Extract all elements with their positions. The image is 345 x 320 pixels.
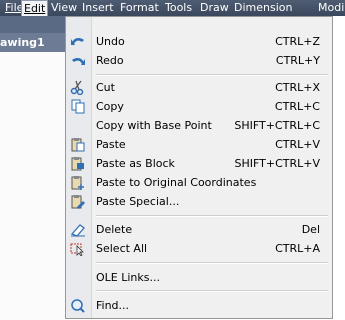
copy-icon (70, 99, 86, 114)
menu-item-copy-base-point[interactable]: Copy with Base Point SHIFT+CTRL+C (66, 116, 332, 135)
menu-item-undo[interactable]: Undo CTRL+Z (66, 32, 332, 51)
menu-item-paste-original-coordinates[interactable]: Paste to Original Coordinates (66, 173, 332, 192)
clipboard-icon (70, 137, 86, 152)
drawing-area (0, 52, 65, 320)
paste-original-icon (70, 175, 86, 190)
menu-item-ole-links[interactable]: OLE Links... (66, 268, 332, 287)
menu-item-paste[interactable]: Paste CTRL+V (66, 135, 332, 154)
edit-menu-dropdown: Undo CTRL+Z Redo CTRL+Y Cut CTRL+X Copy … (65, 16, 333, 319)
menu-bar: File Edit View Insert Format Tools Draw … (0, 0, 345, 16)
paste-special-icon (70, 194, 86, 209)
paste-block-icon (70, 156, 86, 171)
menu-dimension[interactable]: Dimension (232, 0, 294, 16)
separator (96, 290, 328, 292)
menu-item-paste-special[interactable]: Paste Special... (66, 192, 332, 211)
background-toolbar (0, 16, 65, 33)
menu-item-cut[interactable]: Cut CTRL+X (66, 78, 332, 97)
select-all-icon (70, 241, 86, 257)
find-icon (70, 298, 86, 313)
menu-format[interactable]: Format (118, 0, 161, 16)
scissors-icon (70, 80, 86, 96)
separator (96, 262, 328, 264)
menu-view[interactable]: View (49, 0, 79, 16)
menu-edit[interactable]: Edit (21, 0, 49, 16)
menu-insert[interactable]: Insert (80, 0, 116, 16)
menu-item-select-all[interactable]: Select All CTRL+A (66, 239, 332, 258)
menu-draw[interactable]: Draw (198, 0, 231, 16)
separator (96, 74, 328, 76)
separator (96, 215, 328, 217)
drawing-tab[interactable]: awing1 (0, 33, 65, 52)
redo-arrow-icon (70, 53, 86, 68)
menu-item-copy[interactable]: Copy CTRL+C (66, 97, 332, 116)
menu-item-redo[interactable]: Redo CTRL+Y (66, 51, 332, 70)
menu-item-find[interactable]: Find... (66, 296, 332, 315)
menu-tools[interactable]: Tools (163, 0, 194, 16)
eraser-icon (70, 222, 86, 237)
menu-modify[interactable]: Modi (316, 0, 345, 16)
menu-item-paste-as-block[interactable]: Paste as Block SHIFT+CTRL+V (66, 154, 332, 173)
undo-arrow-icon (70, 34, 86, 49)
menu-item-delete[interactable]: Delete Del (66, 220, 332, 239)
